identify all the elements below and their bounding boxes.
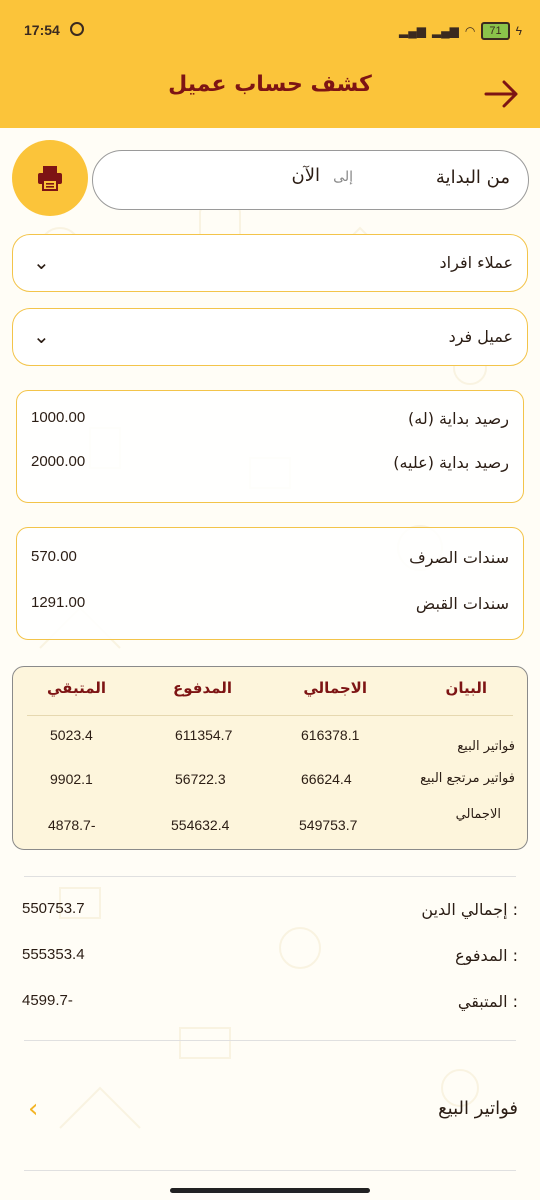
chevron-down-icon: ⌄ [33, 324, 50, 348]
row-1-description: فواتير البيع [457, 739, 515, 754]
row-2-total: 66624.4 [301, 771, 352, 787]
customer-type-select[interactable]: عملاء افراد ⌄ [12, 234, 528, 292]
payment-vouchers-label: سندات الصرف [409, 548, 509, 567]
paid-value: 555353.4 [22, 946, 85, 963]
status-bar: 17:54 ▂▄▆ ▂▄▆ ◠ 71 ϟ [0, 0, 540, 62]
header-remaining: المتبقي [47, 679, 107, 697]
row-1-paid: 611354.7 [175, 727, 233, 743]
row-3-description: الاجمالي [455, 807, 501, 822]
row-1-remaining: 5023.4 [50, 727, 93, 743]
signal-icon: ▂▄▆ [398, 24, 426, 38]
receipt-vouchers-label: سندات القبض [415, 594, 509, 613]
divider [24, 876, 516, 877]
row-2-description: فواتير مرتجع البيع [420, 771, 515, 786]
arrow-right-icon[interactable] [482, 74, 522, 114]
row-2-paid: 56722.3 [175, 771, 226, 787]
header-paid: المدفوع [173, 679, 232, 697]
divider [24, 1040, 516, 1041]
home-indicator [170, 1188, 370, 1193]
table-divider [27, 715, 513, 716]
app-bar: كشف حساب عميل [0, 62, 540, 128]
header-total: الاجمالي [303, 679, 367, 697]
wifi-icon: ◠ [464, 24, 476, 38]
customer-value: عميل فرد [448, 327, 513, 346]
opening-debit-label: رصيد بداية (عليه) [393, 453, 509, 472]
customer-type-value: عملاء افراد [439, 253, 513, 272]
row-3-total: 549753.7 [299, 817, 358, 833]
receipt-vouchers-row: سندات القبض 1291.00 [17, 590, 523, 622]
date-to[interactable]: الآن [292, 165, 321, 186]
customer-select[interactable]: عميل فرد ⌄ [12, 308, 528, 366]
chevron-left-icon: ‹ [28, 1094, 39, 1124]
opening-credit-label: رصيد بداية (له) [408, 409, 509, 428]
printer-icon [38, 166, 62, 191]
opening-balance-card: رصيد بداية (له) 1000.00 رصيد بداية (عليه… [16, 390, 524, 503]
receipt-vouchers-value: 1291.00 [31, 594, 86, 611]
signal-icon-2: ▂▄▆ [431, 24, 459, 38]
print-button[interactable] [12, 140, 88, 216]
total-debt-value: 550753.7 [22, 900, 85, 917]
total-debt-label: إجمالي الدين : [421, 900, 518, 919]
nav-sales-invoices-label: فواتير البيع [438, 1098, 518, 1119]
remaining-label: المتبقي : [457, 992, 518, 1011]
opening-debit-row: رصيد بداية (عليه) 2000.00 [17, 449, 523, 481]
row-1-total: 616378.1 [301, 727, 360, 743]
chevron-down-icon: ⌄ [33, 250, 50, 274]
paid-label: المدفوع : [455, 946, 518, 965]
date-to-prefix: إلى [333, 169, 353, 185]
opening-debit-value: 2000.00 [31, 453, 86, 470]
header-description: البيان [445, 679, 487, 697]
payment-vouchers-row: سندات الصرف 570.00 [17, 544, 523, 576]
summary-table: البيان الاجمالي المدفوع المتبقي فواتير ا… [12, 666, 528, 850]
payment-vouchers-value: 570.00 [31, 548, 77, 565]
date-from[interactable]: من البداية [436, 167, 510, 188]
divider [24, 1170, 516, 1171]
system-icons: ▂▄▆ ▂▄▆ ◠ 71 ϟ [399, 22, 522, 40]
date-range-field[interactable]: من البداية إلى الآن [92, 150, 529, 210]
status-time: 17:54 [24, 22, 60, 38]
charging-icon: ϟ [515, 24, 522, 38]
page-title: كشف حساب عميل [168, 72, 372, 97]
opening-credit-value: 1000.00 [31, 409, 86, 426]
vouchers-card: سندات الصرف 570.00 سندات القبض 1291.00 [16, 527, 524, 640]
remaining-value: 4599.7- [22, 992, 73, 1009]
opening-credit-row: رصيد بداية (له) 1000.00 [17, 405, 523, 437]
battery-icon: 71 [481, 22, 510, 40]
notification-icon [70, 22, 84, 36]
row-3-paid: 554632.4 [171, 817, 230, 833]
row-3-remaining: 4878.7- [48, 817, 96, 833]
row-2-remaining: 9902.1 [50, 771, 93, 787]
back-arrow-svg [484, 80, 518, 108]
